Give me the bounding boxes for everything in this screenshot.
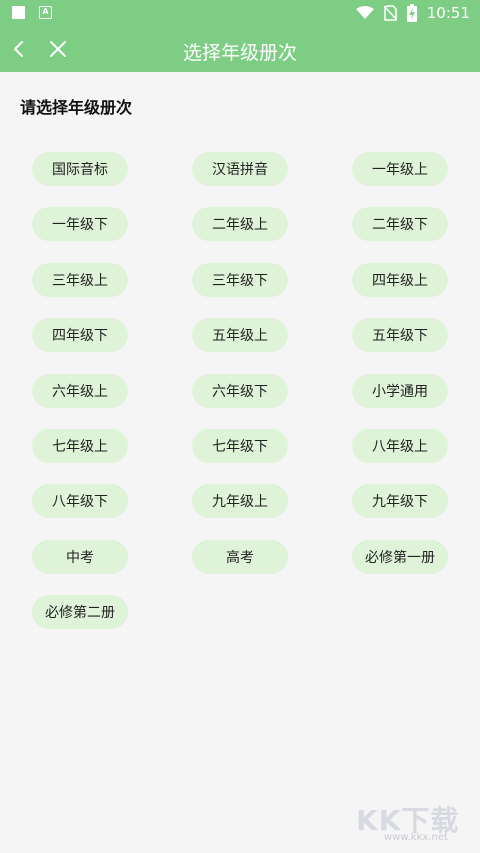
grade-chip[interactable]: 七年级上 — [32, 428, 128, 463]
grade-chip[interactable]: 四年级下 — [32, 318, 128, 353]
grade-chip[interactable]: 二年级上 — [192, 207, 288, 242]
grade-chip[interactable]: 九年级下 — [352, 484, 448, 519]
grade-chip[interactable]: 必修第二册 — [32, 595, 128, 630]
square-notification-icon — [12, 6, 25, 19]
grade-chip[interactable]: 一年级下 — [32, 207, 128, 242]
grade-chip[interactable]: 四年级上 — [352, 262, 448, 297]
grade-chip[interactable]: 三年级下 — [192, 262, 288, 297]
wifi-icon — [355, 6, 374, 19]
grade-chip[interactable]: 高考 — [192, 539, 288, 574]
watermark-logo: KK下载 www.kkx.net — [352, 799, 472, 847]
nav-bar: 选择年级册次 — [0, 26, 480, 72]
grade-chip[interactable]: 八年级下 — [32, 484, 128, 519]
grade-chip[interactable]: 小学通用 — [352, 373, 448, 408]
grade-chip[interactable]: 一年级上 — [352, 152, 448, 186]
grade-chip[interactable]: 七年级下 — [192, 428, 288, 463]
status-right: 10:51 — [355, 4, 470, 22]
grade-chip[interactable]: 五年级下 — [352, 318, 448, 353]
status-bar: A 10:51 — [0, 0, 480, 26]
app-header: A 10:51 选择年级册次 — [0, 0, 480, 72]
grade-chip[interactable]: 九年级上 — [192, 484, 288, 519]
grade-chip[interactable]: 六年级上 — [32, 373, 128, 408]
grade-chip[interactable]: 必修第一册 — [352, 539, 448, 574]
grade-chip[interactable]: 三年级上 — [32, 262, 128, 297]
status-left: A — [12, 6, 52, 19]
grade-chip[interactable]: 六年级下 — [192, 373, 288, 408]
grade-chip[interactable]: 五年级上 — [192, 318, 288, 353]
status-time: 10:51 — [426, 4, 470, 22]
no-sim-icon — [383, 5, 397, 21]
battery-charging-icon — [406, 4, 417, 22]
section-heading: 请选择年级册次 — [20, 98, 133, 117]
page-title: 选择年级册次 — [182, 42, 297, 64]
grade-chip[interactable]: 二年级下 — [352, 207, 448, 242]
grade-chip[interactable]: 汉语拼音 — [192, 152, 288, 186]
grade-grid: 国际音标 汉语拼音 一年级上 一年级下 二年级上 二年级下 三年级上 三年级下 … — [32, 152, 448, 630]
grade-chip[interactable]: 国际音标 — [32, 152, 128, 186]
grade-chip[interactable]: 八年级上 — [352, 428, 448, 463]
watermark-url: www.kkx.net — [384, 832, 448, 843]
grade-chip[interactable]: 中考 — [32, 539, 128, 574]
a-notification-icon: A — [39, 6, 52, 19]
